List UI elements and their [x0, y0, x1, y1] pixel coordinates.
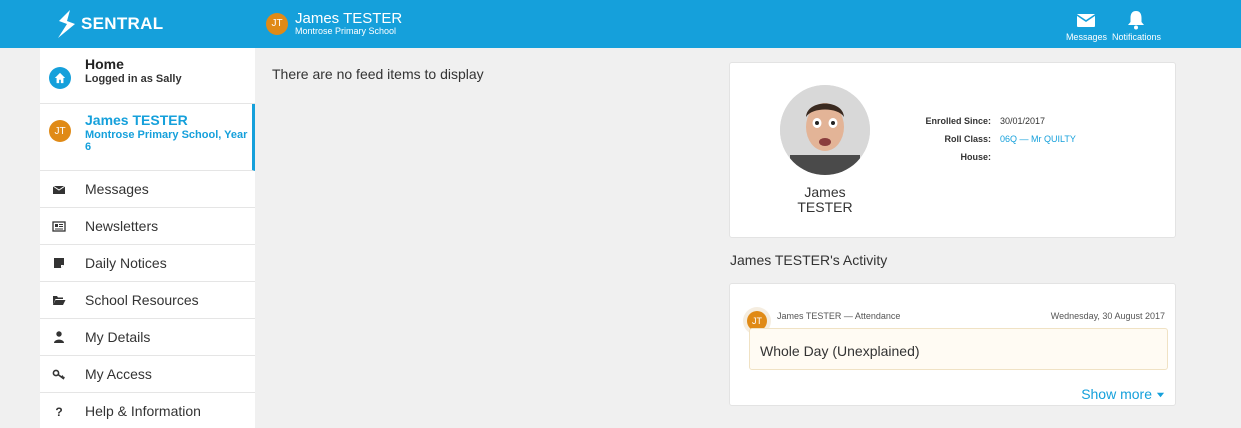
newspaper-icon [52, 221, 66, 232]
enrolled-since-value: 30/01/2017 [1000, 116, 1046, 126]
student-photo [780, 85, 870, 175]
student-avatar: JT [49, 120, 71, 142]
enrolled-since-label: Enrolled Since: [925, 116, 991, 126]
activity-content-box: Whole Day (Unexplained) [749, 328, 1168, 370]
home-icon [49, 67, 71, 89]
sentral-s-icon [58, 10, 75, 38]
key-icon [52, 369, 65, 380]
show-more-link[interactable]: Show more [1081, 386, 1165, 402]
sidebar-item-label: Daily Notices [85, 255, 167, 271]
sidebar-item-label: My Details [85, 329, 151, 345]
home-title: Home [85, 56, 124, 72]
caret-down-icon [1156, 392, 1165, 397]
sidebar-item-school-resources[interactable]: School Resources [40, 282, 255, 319]
roll-class-link[interactable]: 06Q — Mr QUILTY [1000, 134, 1076, 144]
bell-icon [1128, 11, 1145, 30]
feed-empty-message: There are no feed items to display [272, 66, 484, 82]
messages-label: Messages [1065, 32, 1107, 42]
notifications-button[interactable]: Notifications [1112, 10, 1161, 42]
student-avatar: JT [266, 12, 288, 35]
sticky-note-icon [54, 258, 64, 268]
sidebar-item-label: My Access [85, 366, 152, 382]
sidebar-item-label: School Resources [85, 292, 199, 308]
activity-meta: James TESTER — Attendance [777, 311, 901, 321]
sentral-logo[interactable]: SENTRAL [56, 9, 163, 39]
activity-content: Whole Day (Unexplained) [760, 343, 920, 359]
sidebar-item-my-details[interactable]: My Details [40, 319, 255, 356]
student-school: Montrose Primary School [295, 26, 397, 36]
folder-open-icon [53, 296, 66, 305]
roll-class-label: Roll Class: [944, 134, 991, 144]
messages-button[interactable]: Messages [1066, 10, 1107, 42]
envelope-icon [52, 185, 66, 194]
student-profile-card: James TESTER Enrolled Since: 30/01/2017 … [729, 62, 1176, 238]
notifications-label: Notifications [1111, 32, 1161, 42]
user-icon [54, 331, 64, 343]
sidebar-item-label: Newsletters [85, 218, 159, 234]
sidebar-item-student[interactable]: JT James TESTER Montrose Primary School,… [40, 104, 255, 171]
activity-heading: James TESTER's Activity [730, 252, 888, 268]
sidebar-item-daily-notices[interactable]: Daily Notices [40, 245, 255, 282]
home-subtitle: Logged in as Sally [85, 73, 182, 85]
sidebar-item-help[interactable]: ? Help & Information [40, 393, 255, 428]
sidebar-item-newsletters[interactable]: Newsletters [40, 208, 255, 245]
svg-text:?: ? [55, 405, 62, 418]
sidebar-item-messages[interactable]: Messages [40, 171, 255, 208]
student-name: James TESTER [295, 10, 403, 27]
activity-card: JT James TESTER — Attendance Wednesday, … [729, 283, 1176, 406]
student-detail: Montrose Primary School, Year 6 [85, 129, 248, 153]
student-first-name: James [804, 184, 846, 200]
brand-name: SENTRAL [81, 14, 164, 33]
question-icon: ? [55, 405, 62, 418]
student-last-name: TESTER [797, 199, 853, 215]
student-full-name: James TESTER [770, 185, 880, 215]
current-student[interactable]: JT James TESTER Montrose Primary School [266, 11, 402, 36]
student-name: James TESTER [85, 112, 188, 128]
house-label: House: [960, 152, 991, 162]
sidebar-item-label: Help & Information [85, 403, 201, 419]
sidebar-item-my-access[interactable]: My Access [40, 356, 255, 393]
show-more-label: Show more [1081, 386, 1152, 402]
sidebar: Home Logged in as Sally JT James TESTER … [40, 48, 255, 428]
sidebar-item-label: Messages [85, 181, 149, 197]
activity-date: Wednesday, 30 August 2017 [1050, 311, 1165, 321]
sidebar-item-home[interactable]: Home Logged in as Sally [40, 48, 255, 104]
envelope-icon [1077, 14, 1096, 27]
top-bar: SENTRAL JT James TESTER Montrose Primary… [0, 0, 1241, 48]
